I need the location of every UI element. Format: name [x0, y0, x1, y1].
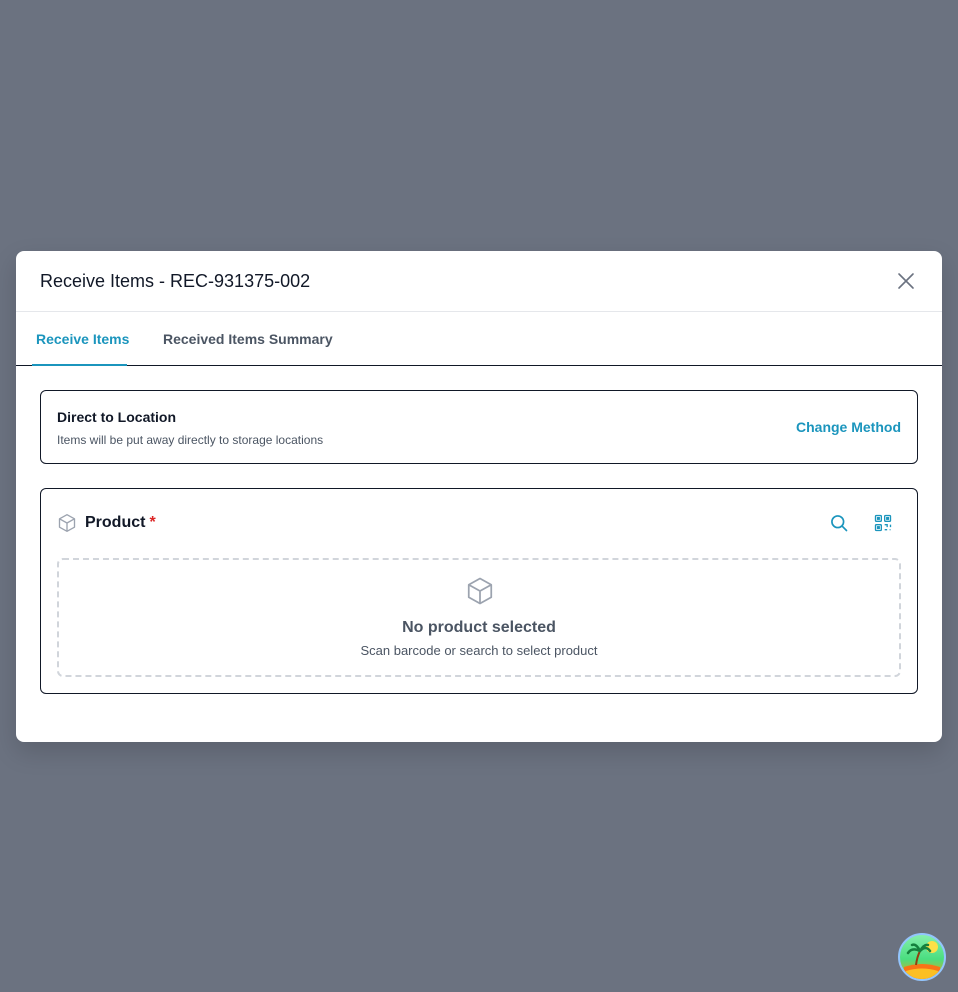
- modal-header: Receive Items - REC-931375-002: [16, 251, 942, 312]
- active-tab-indicator: [32, 364, 127, 366]
- receiving-method-card: Direct to Location Items will be put awa…: [40, 390, 918, 464]
- product-label-text: Product: [85, 514, 146, 531]
- box-icon: [465, 576, 495, 606]
- close-icon[interactable]: [896, 271, 916, 291]
- product-card: Product * No product selected Scan barco…: [40, 488, 918, 694]
- empty-title: No product selected: [402, 619, 556, 636]
- tab-bar: Receive Items Received Items Summary: [16, 312, 942, 366]
- method-title: Direct to Location: [57, 409, 177, 425]
- tab-receive-items[interactable]: Receive Items: [36, 312, 129, 366]
- tab-received-items-summary[interactable]: Received Items Summary: [163, 312, 333, 366]
- qr-code-icon[interactable]: [873, 513, 893, 533]
- empty-subtitle: Scan barcode or search to select product: [360, 643, 598, 658]
- change-method-button[interactable]: Change Method: [796, 419, 901, 435]
- receive-items-modal: Receive Items - REC-931375-002 Receive I…: [16, 251, 942, 742]
- modal-title: Receive Items - REC-931375-002: [40, 271, 311, 291]
- search-icon[interactable]: [829, 513, 849, 533]
- required-marker: *: [149, 514, 156, 531]
- empty-product-placeholder: No product selected Scan barcode or sear…: [57, 558, 901, 677]
- method-description: Items will be put away directly to stora…: [57, 433, 324, 447]
- product-label: Product *: [85, 514, 156, 532]
- island-icon[interactable]: [898, 933, 946, 981]
- box-icon: [57, 513, 77, 533]
